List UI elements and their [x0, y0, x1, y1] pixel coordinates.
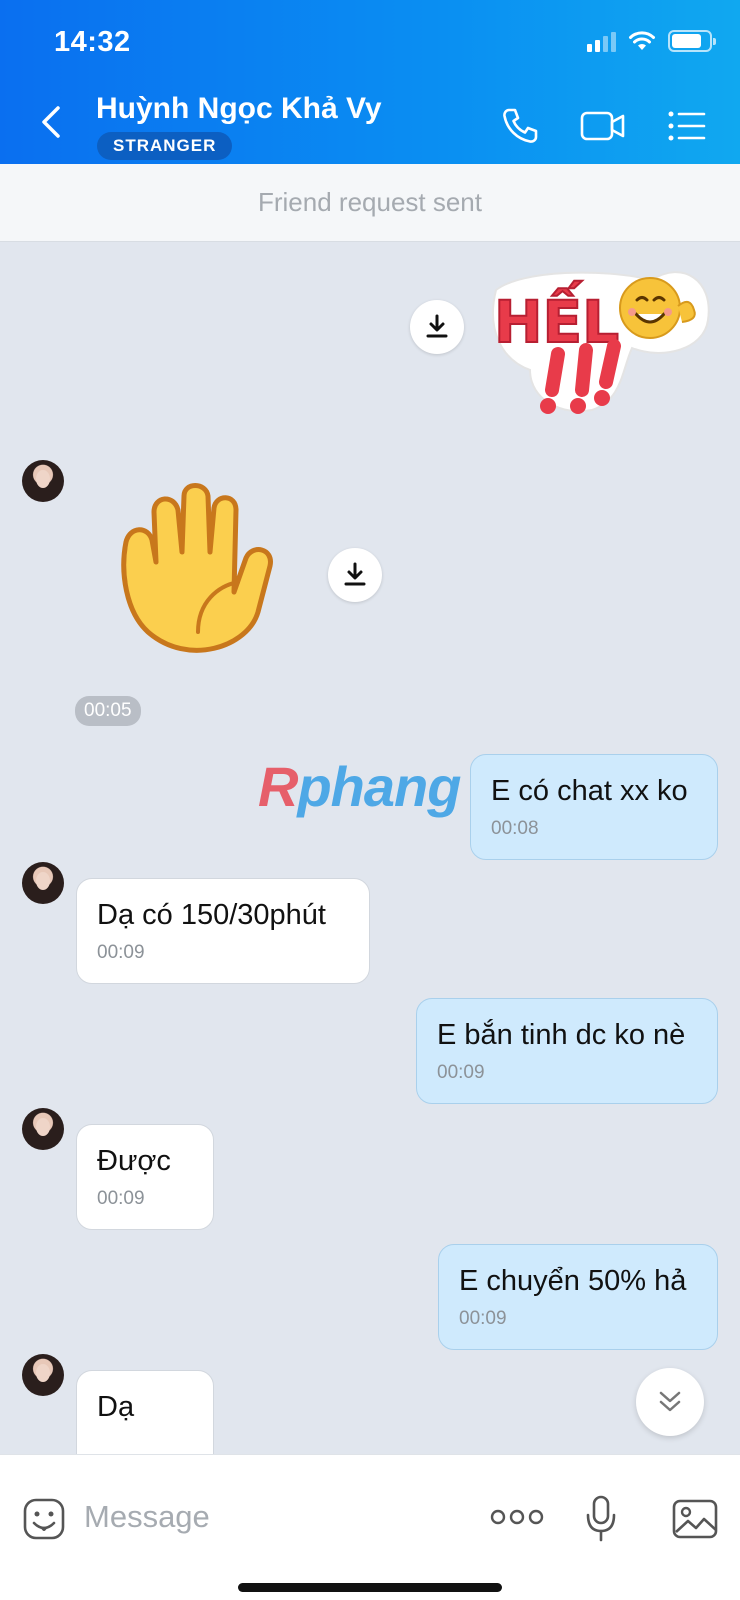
- back-button[interactable]: [36, 104, 66, 140]
- message-text: E bắn tinh dc ko nè: [437, 1019, 686, 1051]
- message-composer: [0, 1454, 740, 1600]
- battery-icon: [668, 30, 716, 52]
- chat-messages[interactable]: HẾL 00:05 Rphang E có chat xx ko 00:08 D…: [0, 242, 740, 1454]
- message-bubble-sent[interactable]: E bắn tinh dc ko nè 00:09: [416, 998, 718, 1104]
- avatar[interactable]: [22, 460, 64, 502]
- message-bubble-received[interactable]: Dạ có 150/30phút 00:09: [76, 878, 370, 984]
- message-bubble-received[interactable]: Dạ: [76, 1370, 214, 1454]
- sticker-icon[interactable]: [22, 1497, 66, 1541]
- home-indicator[interactable]: [238, 1583, 502, 1592]
- scroll-to-bottom-button[interactable]: [636, 1368, 704, 1436]
- status-icons: [587, 30, 716, 52]
- status-time: 14:32: [54, 26, 131, 58]
- message-text: Dạ có 150/30phút: [97, 899, 326, 931]
- wifi-icon: [629, 31, 655, 50]
- sticker-timestamp: 00:05: [75, 696, 141, 726]
- microphone-icon[interactable]: [584, 1495, 618, 1543]
- message-input[interactable]: [84, 1495, 464, 1539]
- watermark-logo: Rphang: [258, 755, 461, 818]
- menu-list-icon[interactable]: [668, 106, 706, 146]
- message-text: Được: [97, 1145, 171, 1177]
- message-time: 00:09: [437, 1062, 485, 1083]
- avatar[interactable]: [22, 1108, 64, 1150]
- message-time: 00:09: [459, 1308, 507, 1329]
- download-icon: [344, 562, 366, 586]
- image-gallery-icon[interactable]: [672, 1499, 718, 1539]
- download-button[interactable]: [410, 300, 464, 354]
- hello-sticker[interactable]: HẾL: [482, 250, 718, 416]
- double-chevron-down-icon: [659, 1391, 681, 1412]
- message-text: E chuyển 50% hả: [459, 1265, 687, 1297]
- hello-sticker-text: HẾL: [494, 280, 619, 356]
- contact-name[interactable]: Huỳnh Ngọc Khả Vy: [96, 92, 382, 126]
- avatar[interactable]: [22, 1354, 64, 1396]
- stranger-badge: STRANGER: [97, 132, 233, 160]
- message-time: 00:09: [97, 942, 145, 963]
- avatar[interactable]: [22, 862, 64, 904]
- message-text: Dạ: [97, 1391, 135, 1423]
- download-icon: [426, 314, 448, 338]
- message-bubble-sent[interactable]: E có chat xx ko 00:08: [470, 754, 718, 860]
- more-options-icon[interactable]: [490, 1507, 544, 1527]
- message-bubble-sent[interactable]: E chuyển 50% hả 00:09: [438, 1244, 718, 1350]
- message-text: E có chat xx ko: [491, 775, 688, 807]
- phone-call-icon[interactable]: [500, 106, 540, 146]
- message-time: 00:09: [97, 1188, 145, 1209]
- message-time: 00:08: [491, 818, 539, 839]
- raised-hand-sticker[interactable]: [118, 482, 278, 662]
- video-call-icon[interactable]: [580, 106, 626, 146]
- message-bubble-received[interactable]: Được 00:09: [76, 1124, 214, 1230]
- download-button[interactable]: [328, 548, 382, 602]
- friend-request-banner: Friend request sent: [0, 164, 740, 242]
- chat-header: 14:32 Huỳnh Ngọc Khả Vy STRANGER: [0, 0, 740, 164]
- signal-icon: [587, 30, 616, 52]
